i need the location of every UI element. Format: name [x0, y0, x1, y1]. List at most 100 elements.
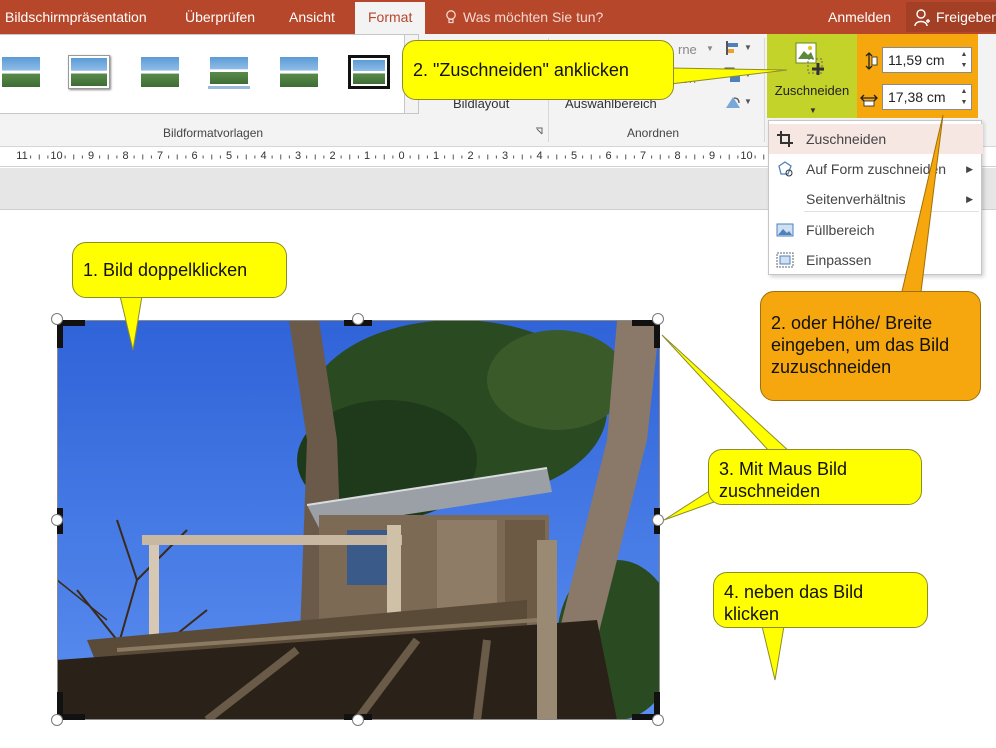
callout-step2-size: 2. oder Höhe/ Breite eingeben, um das Bi… — [760, 291, 981, 401]
ruler-label: 4 — [260, 150, 267, 162]
ruler-label: 10 — [50, 150, 63, 162]
align-dropdown-icon[interactable]: ▼ — [744, 43, 752, 52]
crop-icon — [777, 131, 793, 147]
ruler-label: 8 — [674, 150, 681, 162]
menu-separator — [804, 211, 979, 212]
resize-handle-top-right[interactable] — [652, 313, 664, 325]
picture-style-5[interactable] — [278, 55, 320, 89]
tell-me-search[interactable]: Was möchten Sie tun? — [445, 0, 603, 34]
ruler-label: 3 — [294, 150, 302, 162]
ruler-label: 8 — [122, 150, 129, 162]
menu-item-crop-to-shape[interactable]: Auf Form zuschneiden ▶ — [769, 154, 983, 184]
shape-height-value: 11,59 cm — [888, 52, 945, 68]
shape-height-input[interactable]: 11,59 cm ▲ ▼ — [882, 47, 972, 73]
picture-styles-group-label: Bildformatvorlagen — [163, 126, 264, 140]
bring-forward-button[interactable]: rne — [678, 42, 697, 57]
menu-item-label: Füllbereich — [806, 222, 875, 238]
lightbulb-icon — [446, 10, 456, 24]
fill-icon — [776, 223, 794, 237]
tell-me-text: Was möchten Sie tun? — [463, 9, 604, 25]
size-group: 11,59 cm ▲ ▼ 17,38 cm ▲ ▼ — [857, 34, 978, 118]
resize-handle-right[interactable] — [652, 514, 664, 526]
tab-format[interactable]: Format — [355, 2, 426, 34]
shape-crop-icon — [778, 161, 793, 177]
menu-item-aspect-ratio[interactable]: Seitenverhältnis ▶ — [769, 184, 983, 214]
crop-dropdown-menu: Zuschneiden Auf Form zuschneiden ▶ Seite… — [768, 120, 983, 275]
shape-width-value: 17,38 cm — [888, 89, 946, 105]
share-button[interactable]: Freigeben — [906, 2, 996, 32]
ruler-label: 2 — [467, 150, 474, 162]
picture-styles-gallery — [0, 34, 405, 114]
ruler-label: 2 — [329, 150, 336, 162]
group-dropdown-icon[interactable]: ▼ — [744, 70, 752, 79]
ruler-label: 10 — [740, 150, 753, 162]
tree-house-image — [57, 320, 660, 720]
ruler-label: 6 — [605, 150, 612, 162]
resize-handle-bottom-right[interactable] — [652, 714, 664, 726]
ruler-label: 1 — [363, 150, 371, 162]
menu-item-label: Auf Form zuschneiden — [806, 161, 947, 177]
group-objects-icon[interactable] — [724, 67, 742, 83]
ruler-label: 4 — [536, 150, 543, 162]
ruler-label: 3 — [501, 150, 509, 162]
menu-item-fill[interactable]: Füllbereich — [769, 215, 983, 245]
submenu-arrow-icon: ▶ — [966, 164, 973, 174]
tab-review[interactable]: Überprüfen — [185, 0, 255, 34]
rotate-icon[interactable] — [724, 94, 742, 110]
resize-handle-left[interactable] — [51, 514, 63, 526]
height-icon — [865, 52, 878, 70]
callout-step2-crop: 2. "Zuschneiden" anklicken — [402, 40, 674, 100]
sign-in-link[interactable]: Anmelden — [828, 0, 891, 34]
ribbon-tab-bar: Bildschirmpräsentation Überprüfen Ansich… — [0, 0, 996, 34]
picture-style-2[interactable] — [68, 55, 110, 89]
align-icon[interactable] — [724, 40, 742, 56]
menu-item-label: Zuschneiden — [806, 131, 887, 147]
callout-step3: 3. Mit Maus Bild zuschneiden — [708, 449, 922, 505]
ruler-label: 9 — [708, 150, 716, 162]
submenu-arrow-icon: ▶ — [966, 194, 973, 204]
share-label: Freigeben — [936, 9, 996, 25]
tab-view[interactable]: Ansicht — [289, 0, 335, 34]
callout-step1: 1. Bild doppelklicken — [72, 242, 287, 298]
ruler-label: 7 — [156, 150, 164, 162]
ruler-label: 11 — [16, 150, 28, 162]
ruler-label: 7 — [639, 150, 647, 162]
person-icon — [914, 9, 930, 27]
group-separator — [764, 38, 765, 142]
picture-style-6[interactable] — [348, 55, 390, 89]
ruler-label: 9 — [87, 150, 95, 162]
crop-dropdown-icon: ▼ — [809, 106, 817, 115]
picture-style-3[interactable] — [139, 55, 181, 89]
fit-icon — [776, 252, 794, 268]
ruler-label: 5 — [225, 150, 233, 162]
ruler-label: 6 — [191, 150, 198, 162]
picture-style-1[interactable] — [0, 55, 42, 89]
rotate-dropdown-icon[interactable]: ▼ — [744, 97, 752, 106]
crop-icon — [795, 42, 824, 75]
tab-slideshow[interactable]: Bildschirmpräsentation — [5, 0, 147, 34]
resize-handle-bottom-left[interactable] — [51, 714, 63, 726]
callout-step4: 4. neben das Bild klicken — [713, 572, 928, 628]
width-icon — [860, 94, 878, 107]
crop-button-label: Zuschneiden — [774, 83, 850, 98]
menu-item-crop[interactable]: Zuschneiden — [769, 124, 983, 154]
arrange-group-label: Anordnen — [627, 126, 680, 140]
resize-handle-bottom[interactable] — [352, 714, 364, 726]
shape-width-input[interactable]: 17,38 cm ▲ ▼ — [882, 84, 972, 110]
dialog-launcher-icon[interactable] — [535, 127, 543, 135]
resize-handle-top[interactable] — [352, 313, 364, 325]
send-backward-button[interactable]: ten — [678, 71, 696, 86]
ruler-label: 0 — [398, 150, 405, 162]
menu-item-label: Seitenverhältnis — [806, 191, 906, 207]
menu-item-fit[interactable]: Einpassen — [769, 245, 983, 275]
width-spin-arrows[interactable]: ▲ ▼ — [959, 86, 969, 108]
ruler-label: 1 — [432, 150, 440, 162]
height-spin-arrows[interactable]: ▲ ▼ — [959, 49, 969, 71]
menu-item-label: Einpassen — [806, 252, 872, 268]
picture-style-4[interactable] — [208, 55, 250, 89]
ruler-label: 5 — [570, 150, 578, 162]
crop-button[interactable]: Zuschneiden ▼ — [767, 34, 857, 118]
bring-forward-dropdown-icon[interactable]: ▼ — [706, 44, 714, 53]
resize-handle-top-left[interactable] — [51, 313, 63, 325]
tree-house-photo[interactable] — [57, 320, 660, 720]
